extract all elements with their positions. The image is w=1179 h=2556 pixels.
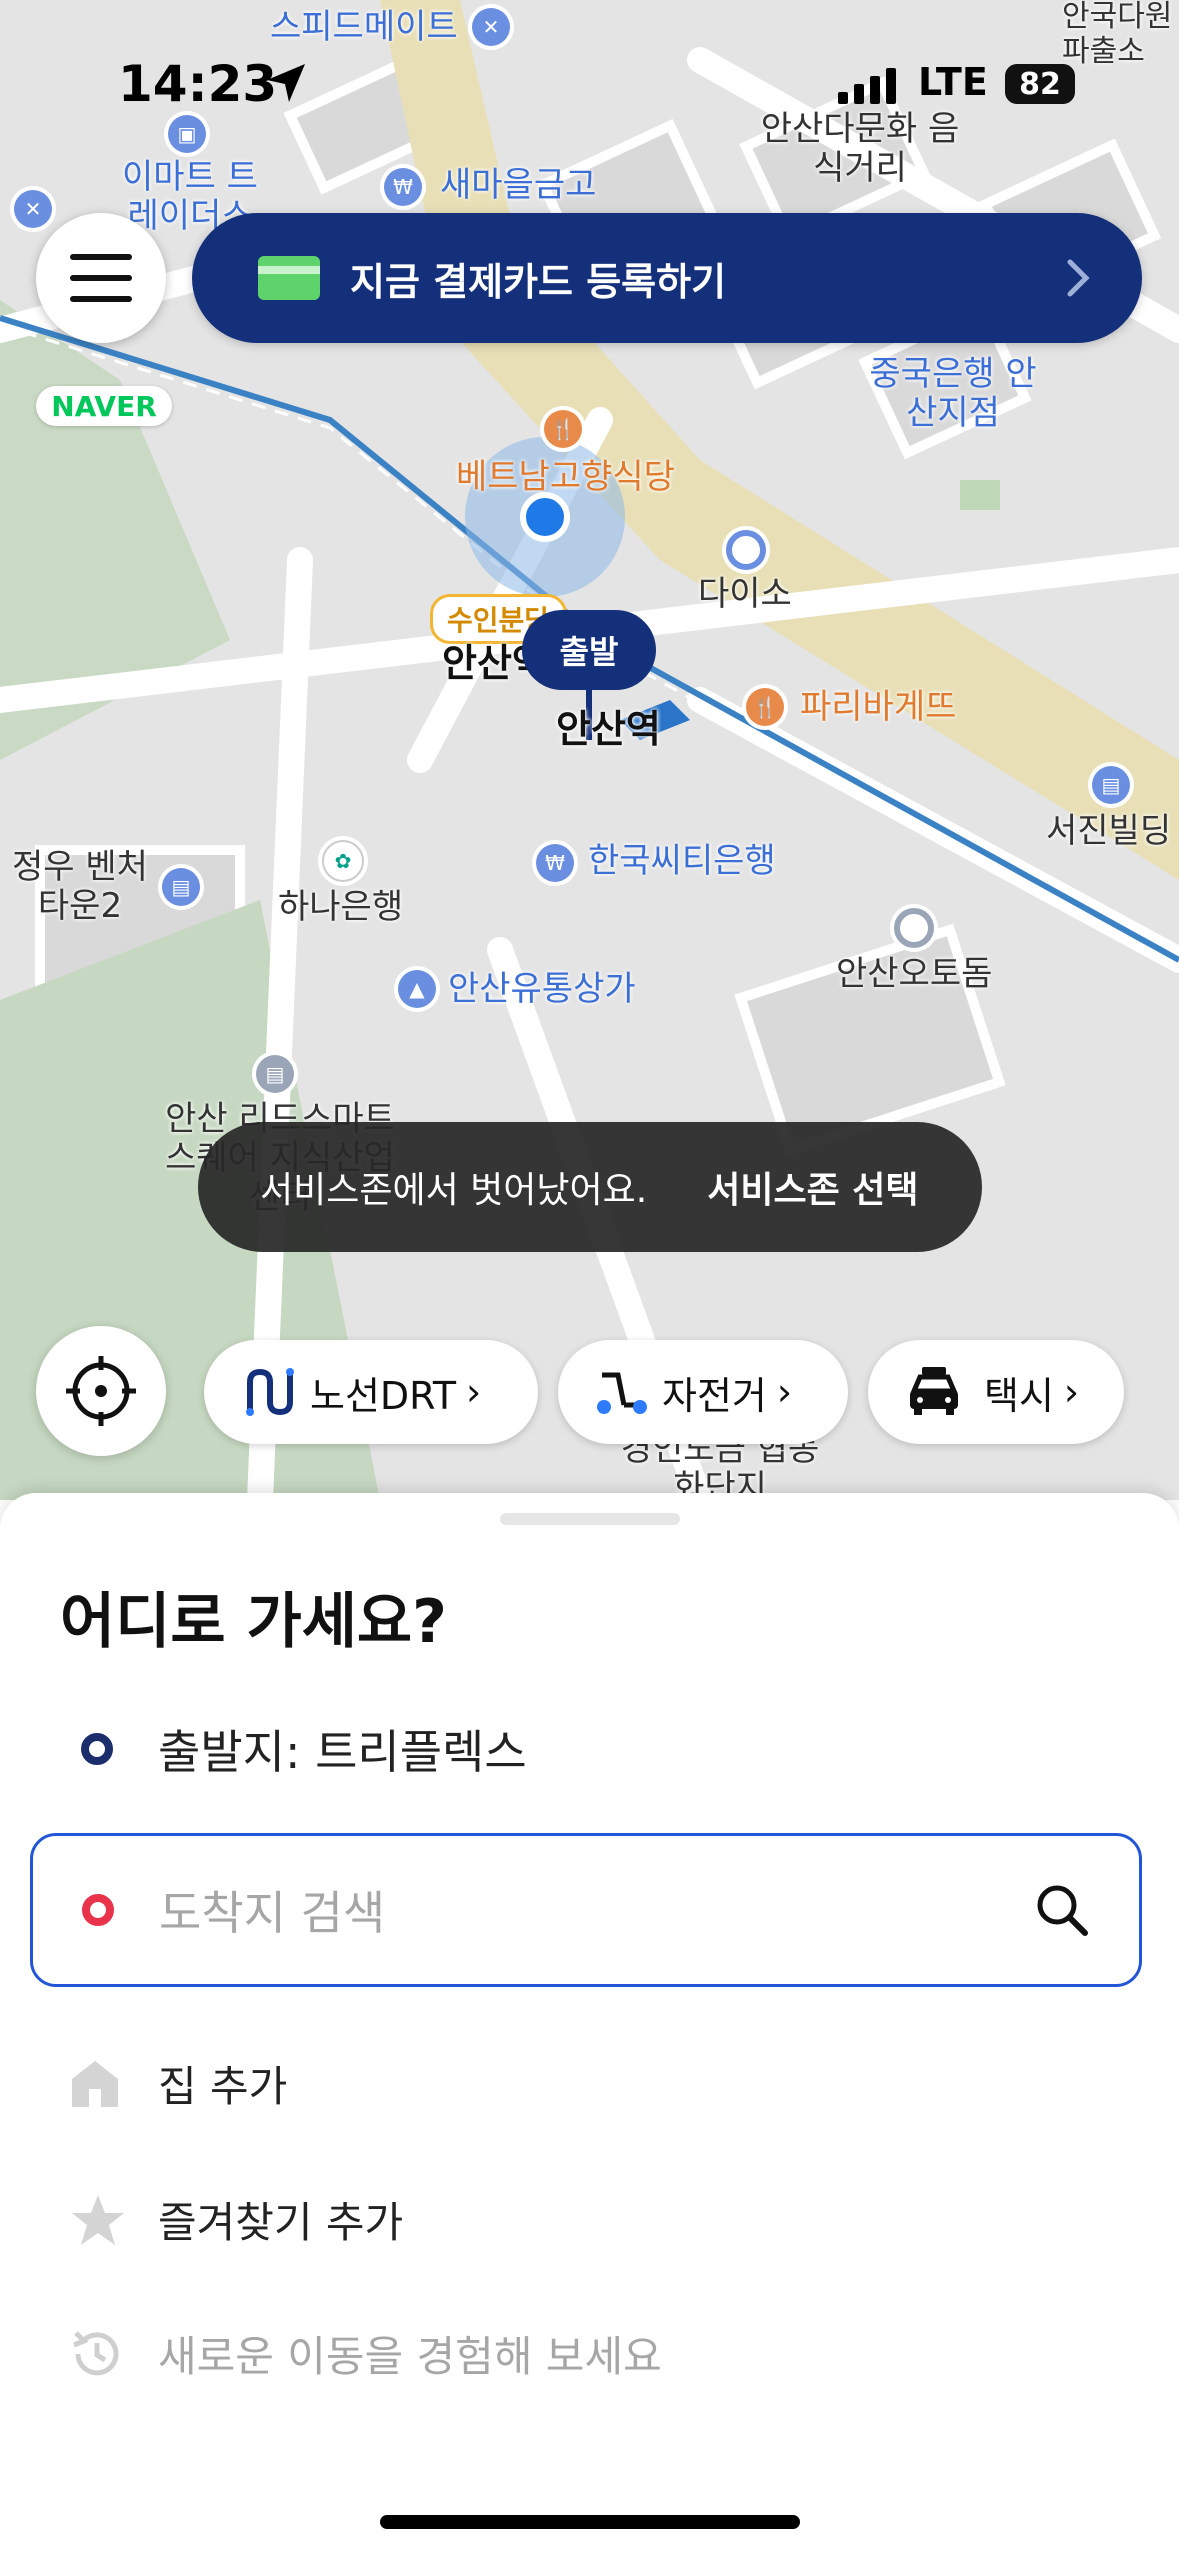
shopping-icon[interactable]: ▲ xyxy=(398,970,436,1008)
taxi-chip[interactable]: 택시 › xyxy=(868,1340,1124,1444)
card-icon xyxy=(258,256,320,300)
select-service-zone-button[interactable]: 서비스존 선택 xyxy=(707,1161,918,1213)
history-row[interactable]: 새로운 이동을 경험해 보세요 xyxy=(70,2323,662,2384)
chevron-right-icon: › xyxy=(466,1370,482,1414)
chip-label-taxi: 택시 xyxy=(984,1373,1054,1418)
network-label: LTE xyxy=(918,60,988,104)
poi-paris-baguette[interactable]: 파리바게뜨 xyxy=(800,687,956,727)
chip-label-drt: 노선DRT xyxy=(310,1373,457,1418)
register-card-banner[interactable]: 지금 결제카드 등록하기 xyxy=(192,213,1142,343)
shop-icon[interactable] xyxy=(726,530,766,570)
status-bar: 14:23 LTE 82 xyxy=(0,0,1179,150)
chevron-right-icon xyxy=(1067,259,1090,297)
bank-icon[interactable]: ₩ xyxy=(384,168,422,206)
poi-seojin[interactable]: 서진빌딩 xyxy=(1046,811,1171,851)
drt-route-chip[interactable]: 노선DRT › xyxy=(204,1340,538,1444)
destination-sheet: 어디로 가세요? 출발지: 트리플렉스 도착지 검색 집 추가 즐겨찾기 추가 … xyxy=(0,1493,1179,2556)
search-icon[interactable] xyxy=(1035,1883,1089,1937)
add-home-label: 집 추가 xyxy=(158,2062,288,2111)
sheet-title: 어디로 가세요? xyxy=(60,1587,447,1657)
bank-icon[interactable]: ₩ xyxy=(536,844,574,882)
destination-search-field[interactable]: 도착지 검색 xyxy=(30,1833,1142,1987)
add-favorite-row[interactable]: 즐겨찾기 추가 xyxy=(70,2189,403,2250)
destination-placeholder: 도착지 검색 xyxy=(159,1886,386,1940)
building-icon[interactable]: ▤ xyxy=(1092,766,1130,804)
naver-logo: NAVER xyxy=(36,386,172,426)
star-icon xyxy=(72,2194,124,2245)
signal-icon xyxy=(838,68,896,104)
history-icon xyxy=(73,2330,119,2375)
poi-station-b[interactable]: 안산역 xyxy=(556,707,661,752)
start-marker[interactable]: 출발 xyxy=(522,610,656,690)
destination-dot-icon xyxy=(82,1894,114,1926)
current-location-button[interactable] xyxy=(36,1326,166,1456)
sheet-grabber[interactable] xyxy=(500,1513,680,1525)
restaurant-icon[interactable]: 🍴 xyxy=(544,410,582,448)
hana-bank-icon[interactable]: ✿ xyxy=(322,840,364,882)
add-home-row[interactable]: 집 추가 xyxy=(70,2053,287,2114)
home-indicator[interactable] xyxy=(380,2515,800,2529)
building-icon[interactable]: ▤ xyxy=(162,868,200,906)
add-favorite-label: 즐겨찾기 추가 xyxy=(158,2198,404,2247)
history-label: 새로운 이동을 경험해 보세요 xyxy=(158,2332,662,2381)
taxi-icon xyxy=(910,1367,958,1415)
route-icon xyxy=(246,1368,294,1416)
banner-label: 지금 결제카드 등록하기 xyxy=(350,259,727,304)
tools-icon[interactable]: ✕ xyxy=(14,190,52,228)
toast-message: 서비스존에서 벗어났어요. xyxy=(260,1170,648,1211)
crosshair-icon xyxy=(66,1356,136,1426)
home-icon xyxy=(72,2060,118,2107)
poi-saemaul[interactable]: 새마을금고 xyxy=(440,165,596,205)
chevron-right-icon: › xyxy=(776,1370,793,1414)
hamburger-icon xyxy=(70,254,132,302)
poi-autodome[interactable]: 안산오토돔 xyxy=(836,954,992,994)
poi-bank-of-china[interactable]: 중국은행 안산지점 xyxy=(868,354,1038,433)
bakery-icon[interactable]: 🍴 xyxy=(746,688,784,726)
origin-dot-icon xyxy=(81,1733,113,1765)
location-arrow-icon xyxy=(267,64,305,102)
poi-venture[interactable]: 정우 벤처타운2 xyxy=(0,847,160,926)
poi-mall[interactable]: 안산유통상가 xyxy=(448,969,636,1009)
origin-label: 출발지: 트리플렉스 xyxy=(158,1725,527,1779)
poi-daiso[interactable]: 다이소 xyxy=(698,574,792,614)
place-icon[interactable] xyxy=(894,908,934,948)
chip-label-bicycle: 자전거 xyxy=(662,1373,767,1418)
building-icon[interactable]: ▤ xyxy=(256,1055,294,1093)
status-time: 14:23 xyxy=(118,55,278,113)
scooter-icon xyxy=(597,1372,647,1414)
service-zone-toast: 서비스존에서 벗어났어요. 서비스존 선택 xyxy=(198,1122,982,1252)
poi-citibank[interactable]: 한국씨티은행 xyxy=(588,841,776,881)
poi-hana[interactable]: 하나은행 xyxy=(278,887,403,927)
chevron-right-icon: › xyxy=(1063,1370,1080,1414)
poi-restaurant[interactable]: 베트남고향식당 xyxy=(456,457,675,497)
menu-button[interactable] xyxy=(36,213,166,343)
battery-icon: 82 xyxy=(1005,64,1075,104)
bicycle-chip[interactable]: 자전거 › xyxy=(558,1340,848,1444)
origin-row[interactable]: 출발지: 트리플렉스 xyxy=(80,1716,527,1782)
